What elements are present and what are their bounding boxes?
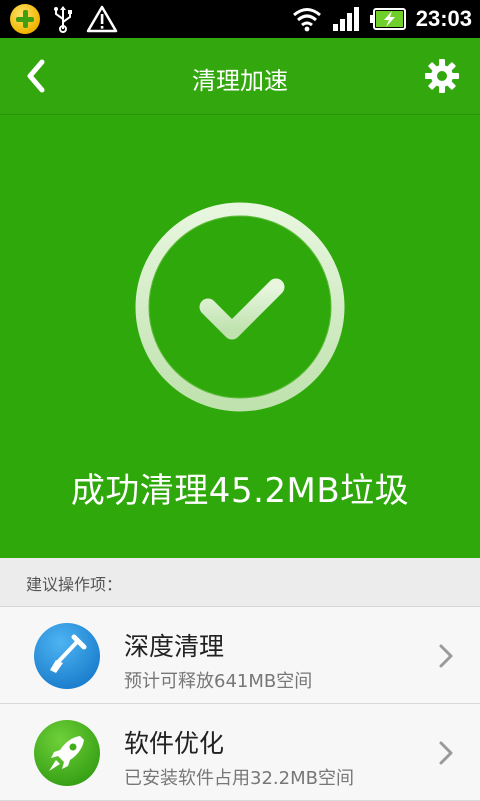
usb-icon <box>54 6 72 33</box>
result-panel: 成功清理45.2MB垃圾 <box>0 115 480 558</box>
shovel-icon <box>34 623 100 689</box>
clock: 23:03 <box>415 6 472 31</box>
item-subtitle: 预计可释放641MB空间 <box>124 671 313 692</box>
item-subtitle: 已安装软件占用32.2MB空间 <box>124 768 354 789</box>
suggestions-label: 建议操作项： <box>26 575 123 594</box>
item-title: 软件优化 <box>124 729 225 758</box>
app-header: 清理加速 <box>0 38 480 115</box>
item-title: 深度清理 <box>124 632 225 661</box>
battery-charging-icon <box>369 8 406 30</box>
status-bar: 23:03 <box>0 0 480 38</box>
chevron-right-icon <box>439 644 453 668</box>
clean-result-text: 成功清理45.2MB垃圾 <box>70 471 410 511</box>
rocket-icon <box>34 720 100 786</box>
suggestions-header: 建议操作项： <box>0 558 480 607</box>
chevron-right-icon <box>439 741 453 765</box>
app-badge-icon <box>10 4 40 34</box>
wifi-icon <box>292 8 321 32</box>
signal-icon <box>332 7 359 31</box>
check-circle-icon <box>135 202 345 412</box>
page-title: 清理加速 <box>192 67 288 95</box>
settings-button[interactable] <box>422 56 462 96</box>
warning-icon <box>86 5 118 33</box>
list-item-app-optimize[interactable]: 软件优化 已安装软件占用32.2MB空间 <box>0 704 480 801</box>
list-item-deep-clean[interactable]: 深度清理 预计可释放641MB空间 <box>0 607 480 704</box>
